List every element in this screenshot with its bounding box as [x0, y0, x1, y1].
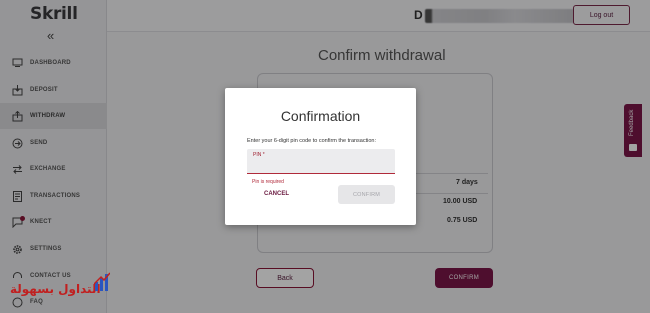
pin-label: PIN *	[253, 152, 265, 158]
dialog-title: Confirmation	[280, 108, 361, 124]
pin-input[interactable]: PIN *	[247, 149, 395, 174]
watermark-text: التداول بسهولة	[10, 282, 101, 296]
confirm-button[interactable]: CONFIRM	[338, 185, 395, 204]
cancel-button[interactable]: CANCEL	[264, 191, 289, 197]
confirmation-dialog: Confirmation Enter your 6-digit pin code…	[225, 88, 416, 225]
dialog-description: Enter your 6-digit pin code to confirm t…	[247, 138, 377, 144]
pin-error-message: Pin is required	[252, 179, 284, 185]
chart-icon	[94, 272, 110, 291]
watermark-logo: التداول بسهولة	[10, 272, 110, 306]
